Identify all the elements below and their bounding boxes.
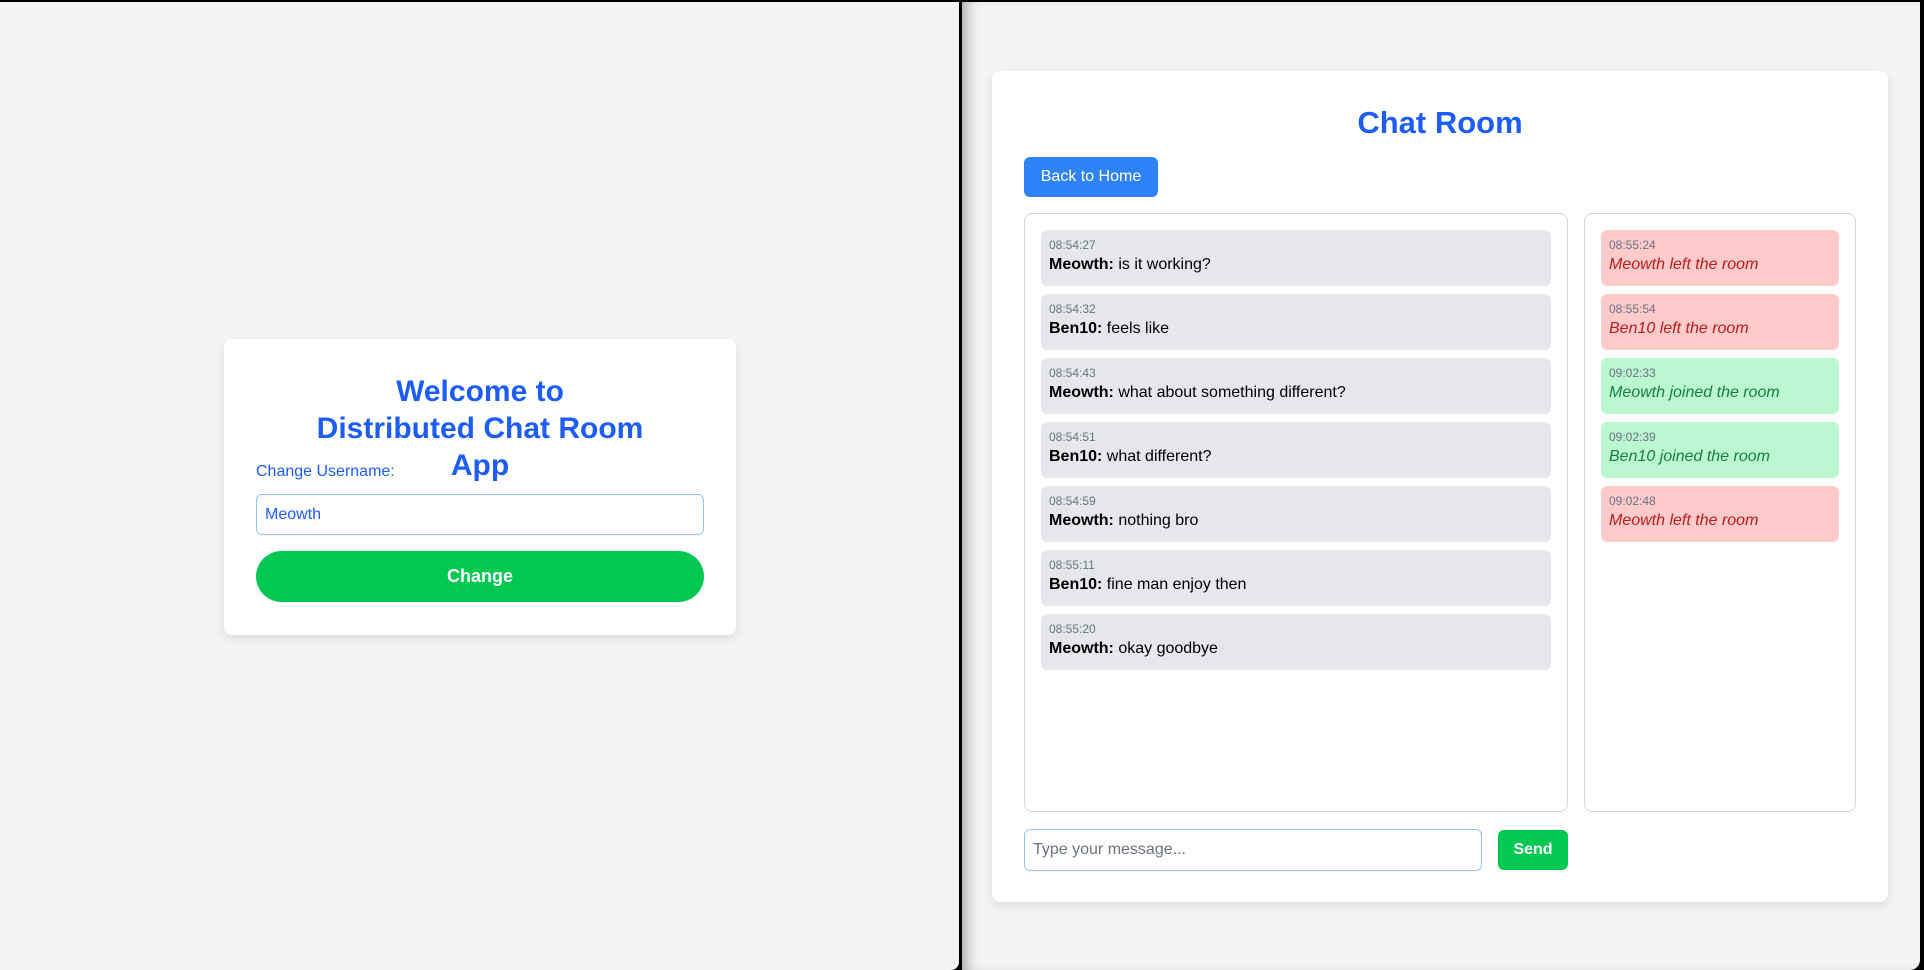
message-user: Ben10:	[1049, 320, 1103, 337]
username-input[interactable]	[256, 494, 704, 535]
message-time: 08:55:11	[1049, 558, 1095, 572]
messages-panel[interactable]: 08:54:27 Meowth: is it working? 08:54:32 Be…	[1024, 213, 1568, 812]
message-time: 08:55:20	[1049, 622, 1096, 636]
back-to-home-button[interactable]: Back to Home	[1024, 157, 1158, 197]
change-button[interactable]: Change	[256, 551, 704, 602]
message-time: 08:54:43	[1049, 366, 1096, 380]
event-item: 09:02:39 Ben10 joined the room	[1601, 422, 1839, 478]
message-item: 08:55:20 Meowth: okay goodbye	[1041, 614, 1551, 670]
chat-card: Chat Room Back to Home 08:54:27 Meowth: i…	[992, 71, 1888, 902]
message-item: 08:54:27 Meowth: is it working?	[1041, 230, 1551, 286]
message-text: feels like	[1102, 320, 1170, 337]
message-text: is it working?	[1113, 256, 1211, 273]
message-text: what about something different?	[1113, 384, 1346, 401]
event-time: 09:02:39	[1609, 430, 1656, 444]
event-time: 09:02:33	[1609, 366, 1656, 380]
message-text: fine man enjoy then	[1102, 576, 1247, 593]
send-button[interactable]: Send	[1498, 830, 1568, 870]
welcome-card: Welcome to Distributed Chat Room App Cha…	[224, 339, 736, 635]
message-text: nothing bro	[1113, 512, 1199, 529]
message-item: 08:54:51 Ben10: what different?	[1041, 422, 1551, 478]
event-item: 08:55:54 Ben10 left the room	[1601, 294, 1839, 350]
message-input[interactable]	[1024, 829, 1482, 871]
message-user: Meowth:	[1049, 384, 1114, 401]
event-time: 08:55:54	[1609, 302, 1656, 316]
event-text: Meowth joined the room	[1609, 384, 1780, 401]
message-user: Meowth:	[1049, 256, 1114, 273]
message-time: 08:54:59	[1049, 494, 1096, 508]
event-time: 08:55:24	[1609, 238, 1656, 252]
message-time: 08:54:51	[1049, 430, 1096, 444]
events-panel[interactable]: 08:55:24 Meowth left the room 08:55:54 Ben1…	[1584, 213, 1856, 812]
message-text: okay goodbye	[1113, 640, 1218, 657]
message-user: Meowth:	[1049, 640, 1114, 657]
message-time: 08:54:27	[1049, 238, 1096, 252]
message-item: 08:54:43 Meowth: what about something dif…	[1041, 358, 1551, 414]
message-item: 08:54:59 Meowth: nothing bro	[1041, 486, 1551, 542]
message-text: what different?	[1102, 448, 1212, 465]
message-item: 08:55:11 Ben10: fine man enjoy then	[1041, 550, 1551, 606]
message-item: 08:54:32 Ben10: feels like	[1041, 294, 1551, 350]
event-item: 09:02:48 Meowth left the room	[1601, 486, 1839, 542]
event-text: Meowth left the room	[1609, 256, 1759, 273]
username-label: Change Username:	[256, 463, 395, 480]
event-item: 08:55:24 Meowth left the room	[1601, 230, 1839, 286]
event-time: 09:02:48	[1609, 494, 1656, 508]
home-window: Welcome to Distributed Chat Room App Cha…	[0, 2, 959, 970]
event-text: Ben10 joined the room	[1609, 448, 1770, 465]
message-user: Ben10:	[1049, 576, 1103, 593]
event-item: 09:02:33 Meowth joined the room	[1601, 358, 1839, 414]
message-user: Meowth:	[1049, 512, 1114, 529]
chat-title: Chat Room	[1357, 105, 1523, 140]
event-text: Ben10 left the room	[1609, 320, 1749, 337]
event-text: Meowth left the room	[1609, 512, 1759, 529]
message-user: Ben10:	[1049, 448, 1103, 465]
chat-window: Chat Room Back to Home 08:54:27 Meowth: i…	[962, 2, 1920, 970]
message-time: 08:54:32	[1049, 302, 1096, 316]
